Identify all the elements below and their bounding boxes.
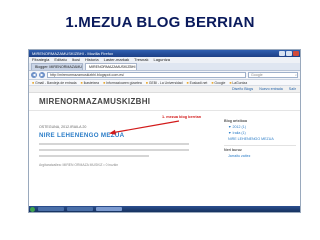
windows-taskbar — [29, 206, 300, 212]
bookmark-item[interactable]: Google — [211, 80, 225, 85]
post-text-line — [39, 155, 149, 157]
blogger-design-link[interactable]: Diseño Blogs — [232, 86, 253, 92]
bookmark-item[interactable]: Gmail - Bandeja de entrada — [32, 80, 76, 85]
bookmark-item[interactable]: Ikastetxea — [81, 80, 99, 85]
bookmark-item[interactable]: GEBI - La Universidad — [146, 80, 183, 85]
blogger-signout-link[interactable]: Salir — [289, 86, 296, 92]
blogger-toolbar: Diseño Blogs Nuevo entrada Salir — [29, 86, 300, 93]
window-title: MIRENORMAZAMUSKIZBHI - Mozilla Firefox — [32, 51, 114, 56]
members-heading: Neri buruz — [224, 148, 242, 152]
close-icon[interactable] — [293, 51, 299, 56]
menu-item-help[interactable]: Laguntza — [153, 57, 169, 63]
search-input[interactable]: Google ⌕ — [248, 72, 298, 78]
address-bar[interactable]: http://mirenormazamuskizbhi.blogspot.com… — [47, 72, 246, 78]
tab-strip: Blogger: MIRENORMAZAMUSKIZBHI - Mezu... … — [29, 63, 300, 71]
blog-content: OSTEGUNA, 2012.IRAILA 20 NIRE LEHENENGO … — [29, 111, 300, 203]
taskbar-item[interactable] — [38, 207, 64, 211]
follow-link[interactable]: Jarraitu zaitez — [224, 154, 296, 158]
taskbar-item-firefox[interactable] — [96, 207, 122, 211]
bookmark-item[interactable]: Informazioaren gizartea — [103, 80, 142, 85]
tab-blog[interactable]: MIRENORMAZAMUSKIZBHI — [85, 63, 137, 70]
navigation-bar: ◀ ▶ http://mirenormazamuskizbhi.blogspot… — [29, 71, 300, 80]
archive-month[interactable]: ▼ Iraila (1) — [224, 131, 296, 135]
bookmark-item[interactable]: Euskadi.net — [187, 80, 208, 85]
maximize-icon[interactable] — [286, 51, 292, 56]
sidebar-divider — [224, 145, 296, 146]
search-placeholder: Google — [251, 73, 263, 77]
search-icon[interactable]: ⌕ — [295, 73, 297, 77]
window-controls — [279, 51, 299, 56]
window-titlebar: MIRENORMAZAMUSKIZBHI - Mozilla Firefox — [29, 50, 300, 57]
post-date: OSTEGUNA, 2012.IRAILA 20 — [39, 125, 87, 129]
minimize-icon[interactable] — [279, 51, 285, 56]
post-title[interactable]: NIRE LEHENENGO MEZUA — [39, 132, 199, 139]
tab-blogger[interactable]: Blogger: MIRENORMAZAMUSKIZBHI - Mezu... — [31, 63, 83, 70]
start-button-icon[interactable] — [30, 206, 35, 212]
browser-screenshot: MIRENORMAZAMUSKIZBHI - Mozilla Firefox F… — [28, 49, 301, 213]
post-meta: Argitaratzailea: MIREN ORMAZA MUSKIZ • 0… — [39, 163, 119, 167]
post-text-line — [39, 149, 189, 151]
annotation-label: 1. mezua blog berrian — [162, 115, 202, 119]
archive-year[interactable]: ▼ 2012 (1) — [224, 125, 296, 129]
taskbar-item[interactable] — [67, 207, 93, 211]
blog-name[interactable]: MIRENORMAZAMUSKIZBHI — [29, 93, 300, 111]
blogger-new-post-link[interactable]: Nuevo entrada — [259, 86, 283, 92]
forward-icon[interactable]: ▶ — [39, 72, 45, 78]
archive-post-link[interactable]: NIRE LEHENENGO MEZUA — [224, 137, 296, 141]
blog-sidebar: Blog artxiboa ▼ 2012 (1) ▼ Iraila (1) NI… — [224, 117, 296, 158]
post-text-line — [39, 143, 189, 145]
bookmark-item[interactable]: LaGuntza — [229, 80, 247, 85]
back-icon[interactable]: ◀ — [31, 72, 37, 78]
slide-title: 1.MEZUA BLOG BERRIAN — [65, 14, 255, 31]
blog-post: OSTEGUNA, 2012.IRAILA 20 NIRE LEHENENGO … — [39, 115, 199, 167]
archive-heading: Blog artxiboa — [224, 119, 247, 123]
